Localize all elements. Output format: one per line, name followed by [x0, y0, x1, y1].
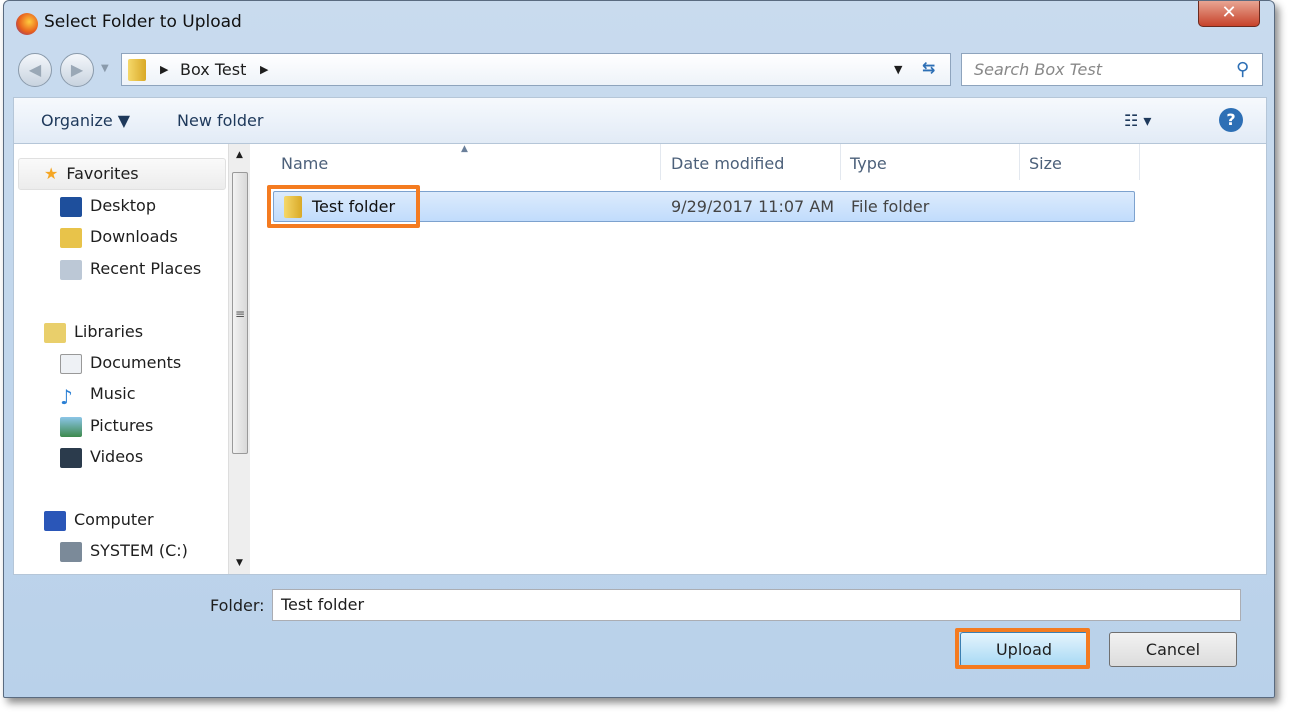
column-type[interactable]: Type: [850, 154, 887, 173]
search-icon[interactable]: ⚲: [1236, 59, 1249, 80]
address-dropdown-icon[interactable]: ▼: [894, 63, 902, 76]
videos-icon: [60, 447, 82, 468]
close-button[interactable]: ✕: [1198, 1, 1260, 27]
downloads-icon: [60, 227, 82, 248]
column-date-modified[interactable]: Date modified: [671, 154, 784, 173]
search-input[interactable]: Search Box Test: [961, 53, 1263, 86]
navigation-pane: ★ Favorites Desktop Downloads Recent Plac…: [14, 144, 251, 574]
forward-button[interactable]: ▶: [60, 53, 94, 87]
window-title: Select Folder to Upload: [44, 12, 242, 32]
libraries-icon: [44, 322, 66, 343]
dialog-window: Select Folder to Upload ✕ ◀ ▶ ▼ ▶ Box Te…: [3, 0, 1275, 698]
breadcrumb-arrow-icon[interactable]: ▶: [260, 63, 268, 76]
sort-ascending-icon: ▲: [461, 144, 468, 154]
folder-label: Folder:: [210, 596, 265, 615]
documents-icon: [60, 353, 82, 374]
scrollbar-thumb[interactable]: ≡: [232, 172, 248, 454]
drive-icon: [60, 541, 82, 562]
folder-icon: [128, 59, 146, 81]
sidebar-favorites[interactable]: ★ Favorites: [44, 164, 139, 183]
highlight-upload-button: [955, 628, 1090, 669]
sidebar-item-recent-places[interactable]: Recent Places: [60, 259, 201, 280]
sidebar-scrollbar[interactable]: ▲ ≡ ▼: [228, 144, 250, 574]
highlight-test-folder: [267, 185, 420, 228]
cancel-button[interactable]: Cancel: [1109, 632, 1237, 667]
column-name[interactable]: Name: [281, 154, 328, 173]
scroll-up-icon[interactable]: ▲: [229, 150, 250, 160]
file-date: 9/29/2017 11:07 AM: [671, 197, 835, 216]
sidebar-item-videos[interactable]: Videos: [60, 447, 143, 468]
toolbar: Organize ▼ New folder ☷ ▾ ?: [13, 97, 1267, 143]
sidebar-item-desktop[interactable]: Desktop: [60, 196, 156, 217]
view-options-button[interactable]: ☷ ▾: [1124, 111, 1151, 130]
desktop-icon: [60, 196, 82, 217]
recent-places-icon: [60, 259, 82, 280]
refresh-icon[interactable]: ⇆: [922, 58, 935, 77]
sidebar-item-downloads[interactable]: Downloads: [60, 227, 178, 248]
sidebar-item-system-c[interactable]: SYSTEM (C:): [60, 541, 188, 562]
pictures-icon: [60, 416, 82, 437]
new-folder-button[interactable]: New folder: [177, 111, 263, 130]
back-button[interactable]: ◀: [18, 53, 52, 87]
scroll-down-icon[interactable]: ▼: [229, 558, 250, 568]
content-area: ★ Favorites Desktop Downloads Recent Plac…: [13, 143, 1267, 575]
folder-input[interactable]: Test folder: [272, 589, 1241, 621]
firefox-icon: [16, 13, 38, 35]
music-icon: ♪: [60, 384, 73, 409]
organize-button[interactable]: Organize ▼: [41, 111, 130, 130]
computer-icon: [44, 510, 66, 531]
column-size[interactable]: Size: [1029, 154, 1062, 173]
star-icon: ★: [44, 164, 59, 183]
sidebar-computer[interactable]: Computer: [44, 510, 154, 531]
sidebar-item-pictures[interactable]: Pictures: [60, 416, 153, 437]
sidebar-item-music[interactable]: ♪ Music: [60, 384, 136, 409]
breadcrumb-arrow-icon: ▶: [160, 63, 169, 76]
file-type: File folder: [851, 197, 930, 216]
sidebar-libraries[interactable]: Libraries: [44, 322, 143, 343]
address-bar[interactable]: ▶ Box Test ▶ ▼ ⇆: [121, 53, 951, 86]
sidebar-item-documents[interactable]: Documents: [60, 353, 181, 374]
breadcrumb-box-test[interactable]: Box Test: [180, 60, 246, 79]
help-button[interactable]: ?: [1219, 108, 1243, 132]
recent-pages-dropdown[interactable]: ▼: [101, 63, 109, 74]
